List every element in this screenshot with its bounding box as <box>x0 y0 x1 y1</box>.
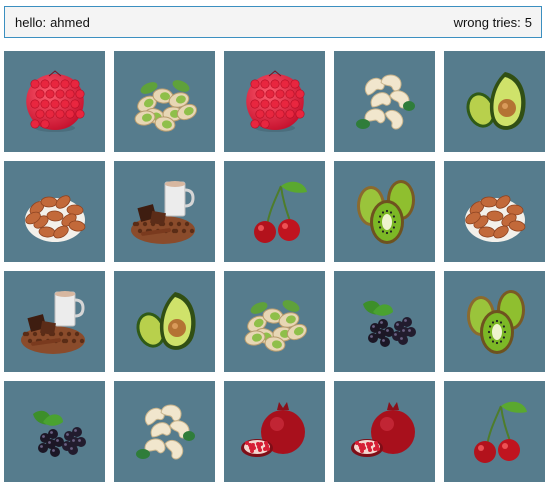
cherry-icon <box>235 172 315 252</box>
chocolate-drink-icon <box>15 282 95 362</box>
game-header: hello: ahmed wrong tries: 5 <box>4 6 542 38</box>
memory-card[interactable] <box>334 381 435 482</box>
memory-card[interactable] <box>4 271 105 372</box>
cashew-icon <box>345 62 425 142</box>
pistachio-icon <box>125 62 205 142</box>
memory-card[interactable] <box>334 271 435 372</box>
raspberry-icon <box>15 62 95 142</box>
greeting: hello: ahmed <box>15 15 90 30</box>
memory-card[interactable] <box>4 161 105 262</box>
blackberry-icon <box>15 392 95 472</box>
memory-card[interactable] <box>444 271 545 372</box>
kiwi-icon <box>345 172 425 252</box>
memory-card[interactable] <box>114 161 215 262</box>
blackberry-icon <box>345 282 425 362</box>
memory-card[interactable] <box>444 381 545 482</box>
chocolate-drink-icon <box>125 172 205 252</box>
memory-card[interactable] <box>444 161 545 262</box>
memory-card[interactable] <box>334 51 435 152</box>
memory-card[interactable] <box>224 381 325 482</box>
wrong-tries-label: wrong tries: <box>453 14 521 30</box>
memory-card[interactable] <box>224 271 325 372</box>
wrong-tries-count: 5 <box>524 14 532 30</box>
avocado-icon <box>125 282 205 362</box>
cherry-icon <box>455 392 535 472</box>
memory-card[interactable] <box>4 51 105 152</box>
greeting-label: hello: <box>15 14 47 30</box>
pistachio-icon <box>235 282 315 362</box>
wrong-tries: wrong tries: 5 <box>454 15 532 30</box>
cashew-icon <box>125 392 205 472</box>
memory-card[interactable] <box>114 381 215 482</box>
almond-icon <box>455 172 535 252</box>
memory-card[interactable] <box>114 51 215 152</box>
memory-card[interactable] <box>444 51 545 152</box>
almond-icon <box>15 172 95 252</box>
memory-card[interactable] <box>224 161 325 262</box>
pomegranate-icon <box>345 392 425 472</box>
card-grid <box>4 51 545 482</box>
user-name: ahmed <box>50 14 90 30</box>
memory-card[interactable] <box>114 271 215 372</box>
raspberry-icon <box>235 62 315 142</box>
memory-card[interactable] <box>4 381 105 482</box>
memory-card[interactable] <box>334 161 435 262</box>
pomegranate-icon <box>235 392 315 472</box>
kiwi-icon <box>455 282 535 362</box>
avocado-icon <box>455 62 535 142</box>
memory-card[interactable] <box>224 51 325 152</box>
